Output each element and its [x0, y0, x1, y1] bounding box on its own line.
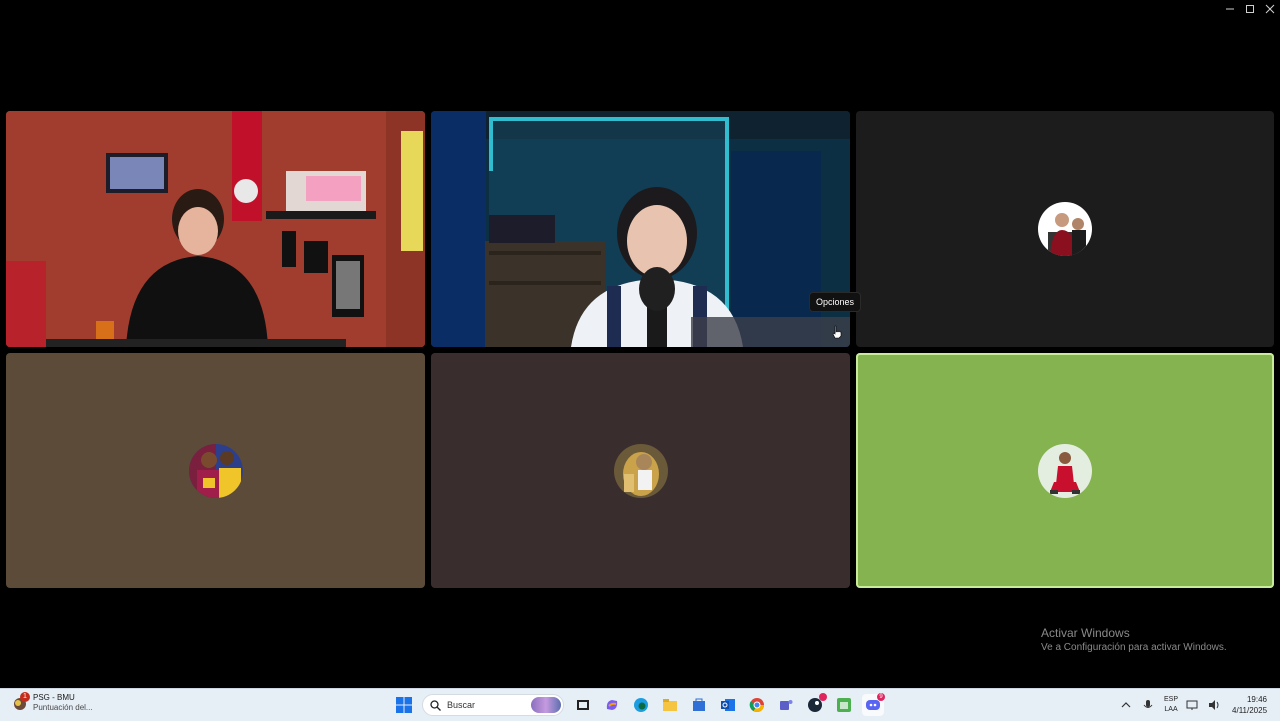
clock-date: 4/11/2025 — [1232, 706, 1268, 715]
news-badge: 1 — [20, 691, 30, 702]
windows-logo-icon — [396, 697, 412, 713]
participant-avatar-tile[interactable] — [6, 353, 425, 588]
chrome-button[interactable] — [746, 694, 768, 716]
notification-dot — [819, 693, 827, 701]
android-icon — [837, 698, 851, 712]
volume-button[interactable] — [1206, 699, 1222, 711]
watermark-title: Activar Windows — [1041, 626, 1130, 640]
maximize-button[interactable] — [1240, 0, 1260, 18]
file-explorer-button[interactable] — [659, 694, 681, 716]
activate-windows-watermark: Activar Windows Ve a Configuración para … — [1041, 626, 1227, 653]
discord-badge: 9 — [877, 693, 885, 701]
store-icon — [693, 698, 705, 711]
window-controls — [1220, 0, 1280, 18]
avatar — [1038, 202, 1092, 256]
participant-avatar-tile[interactable] — [431, 353, 850, 588]
news-title: PSG - BMU — [33, 693, 75, 702]
maximize-icon — [1246, 5, 1254, 13]
teams-button[interactable] — [775, 694, 797, 716]
news-subtitle: Puntuación del... — [33, 703, 93, 712]
watermark-subtitle: Ve a Configuración para activar Windows. — [1041, 642, 1227, 653]
task-view-button[interactable] — [572, 694, 594, 716]
participant-video-feed — [431, 111, 850, 347]
participant-video-feed — [6, 111, 425, 347]
search-highlight-image — [531, 697, 561, 713]
show-hidden-icons-button[interactable] — [1118, 701, 1134, 709]
store-button[interactable] — [688, 694, 710, 716]
outlook-icon — [721, 699, 735, 711]
chrome-icon — [749, 698, 764, 712]
outlook-button[interactable] — [717, 694, 739, 716]
close-icon — [1265, 4, 1275, 14]
clock[interactable]: 19:46 4/11/2025 — [1232, 694, 1267, 716]
participant-avatar-tile-speaking[interactable] — [856, 353, 1274, 588]
news-widget[interactable]: 1 PSG - BMU Puntuación del... — [12, 691, 93, 712]
search-icon — [430, 699, 441, 711]
edge-button[interactable] — [630, 694, 652, 716]
language-indicator[interactable]: ESP LAA — [1164, 695, 1178, 715]
avatar — [613, 443, 668, 498]
android-button[interactable] — [833, 694, 855, 716]
close-button[interactable] — [1260, 0, 1280, 18]
copilot-icon — [606, 700, 618, 710]
taskbar: 1 PSG - BMU Puntuación del... Buscar 9 E… — [0, 688, 1280, 721]
microphone-icon — [1143, 700, 1153, 708]
avatar — [1038, 443, 1092, 498]
minimize-icon — [1226, 8, 1234, 10]
options-tooltip: Opciones — [809, 292, 862, 312]
search-placeholder: Buscar — [447, 700, 476, 710]
keyboard-layout: LAA — [1164, 706, 1178, 713]
participant-avatar-tile[interactable] — [856, 111, 1274, 347]
task-view-icon — [577, 700, 589, 710]
news-icon: 1 — [12, 691, 30, 711]
call-window: Opciones Activar Windows Ve a Configurac… — [0, 0, 1280, 688]
file-explorer-icon — [663, 699, 677, 711]
minimize-button[interactable] — [1220, 0, 1240, 18]
hand-cursor-icon — [832, 325, 842, 339]
system-tray: ESP LAA 19:46 4/11/2025 — [1118, 689, 1267, 721]
taskbar-apps: 9 — [572, 693, 885, 716]
copilot-button[interactable] — [601, 694, 623, 716]
chevron-up-icon — [1121, 702, 1131, 708]
options-button[interactable] — [826, 321, 848, 343]
clock-time: 19:46 — [1246, 695, 1268, 704]
language-code: ESP — [1164, 696, 1179, 703]
volume-icon — [1209, 700, 1219, 710]
participant-video-tile[interactable] — [431, 111, 850, 347]
steam-button[interactable] — [804, 693, 827, 716]
search-box[interactable]: Buscar — [422, 694, 564, 716]
network-button[interactable] — [1184, 699, 1200, 711]
participant-video-tile[interactable] — [6, 111, 425, 347]
start-button[interactable] — [396, 697, 412, 718]
discord-button[interactable]: 9 — [862, 693, 885, 716]
avatar — [188, 443, 243, 498]
microphone-button[interactable] — [1140, 699, 1156, 711]
network-icon — [1186, 700, 1198, 710]
teams-icon — [780, 700, 793, 710]
edge-icon — [634, 698, 648, 712]
